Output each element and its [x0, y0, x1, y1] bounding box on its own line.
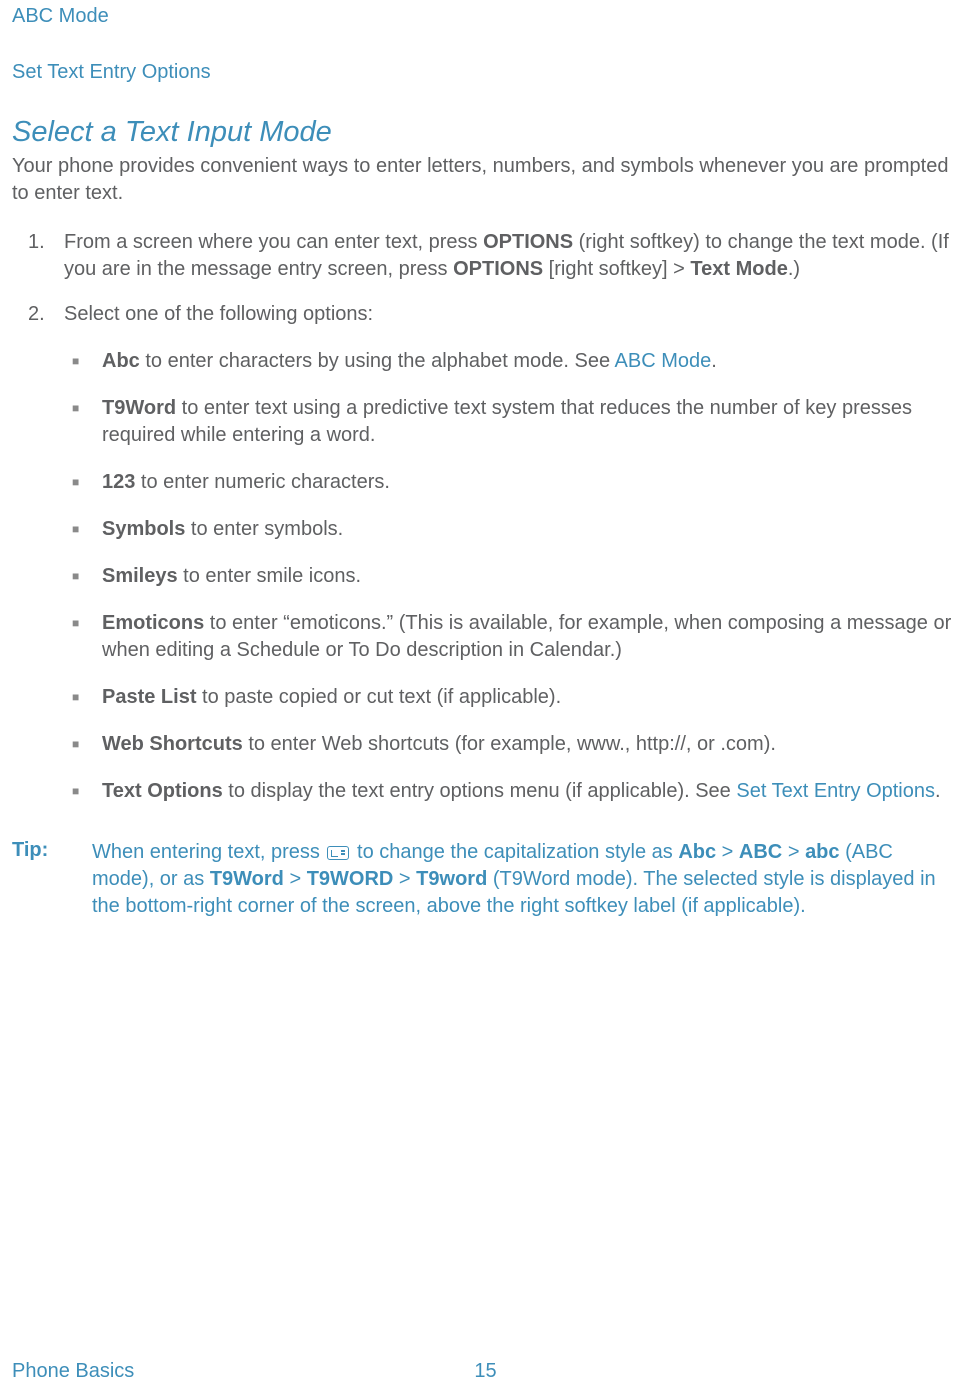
page-footer: Phone Basics 15 — [0, 1360, 971, 1383]
tip-text: When entering text, press — [92, 841, 325, 863]
option-text: . — [935, 780, 941, 802]
option-label: Abc — [102, 350, 140, 372]
intro-paragraph: Your phone provides convenient ways to e… — [12, 149, 959, 207]
option-t9word: ■ T9Word to enter text using a predictiv… — [102, 395, 959, 469]
option-text: to enter smile icons. — [178, 565, 361, 587]
key-icon — [327, 846, 349, 860]
bullet-icon: ■ — [72, 689, 79, 705]
option-label: Text Options — [102, 780, 223, 802]
bullet-icon: ■ — [72, 783, 79, 799]
option-text: to paste copied or cut text (if applicab… — [196, 686, 561, 708]
option-smileys: ■ Smileys to enter smile icons. — [102, 563, 959, 610]
option-emoticons: ■ Emoticons to enter “emoticons.” (This … — [102, 610, 959, 684]
tip-text: > — [782, 841, 805, 863]
bullet-icon: ■ — [72, 474, 79, 490]
link-abc-mode-top[interactable]: ABC Mode — [12, 0, 959, 30]
bullet-icon: ■ — [72, 353, 79, 369]
option-label: Symbols — [102, 518, 185, 540]
step-text: [right softkey] > — [543, 258, 690, 280]
link-set-text-entry-options-top[interactable]: Set Text Entry Options — [12, 30, 959, 86]
ordered-steps: 1. From a screen where you can enter tex… — [12, 207, 959, 833]
option-text: to enter numeric characters. — [135, 471, 390, 493]
bullet-icon: ■ — [72, 568, 79, 584]
tip-text: to change the capitalization style as — [351, 841, 678, 863]
tip-bold: T9WORD — [307, 868, 394, 890]
option-web-shortcuts: ■ Web Shortcuts to enter Web shortcuts (… — [102, 731, 959, 778]
option-text: to enter “emoticons.” (This is available… — [102, 612, 951, 661]
tip-label: Tip: — [12, 839, 92, 920]
option-symbols: ■ Symbols to enter symbols. — [102, 516, 959, 563]
option-text: . — [711, 350, 717, 372]
tip-text: > — [716, 841, 739, 863]
link-abc-mode[interactable]: ABC Mode — [615, 350, 712, 372]
step-text: .) — [788, 258, 800, 280]
step-number: 1. — [28, 229, 45, 256]
footer-page-number: 15 — [474, 1360, 496, 1383]
bullet-icon: ■ — [72, 521, 79, 537]
option-paste-list: ■ Paste List to paste copied or cut text… — [102, 684, 959, 731]
option-label: Web Shortcuts — [102, 733, 243, 755]
option-label: Smileys — [102, 565, 178, 587]
tip-bold: abc — [805, 841, 839, 863]
options-list: ■ Abc to enter characters by using the a… — [64, 328, 959, 815]
footer-section-name: Phone Basics — [12, 1360, 134, 1383]
section-heading: Select a Text Input Mode — [12, 86, 959, 149]
tip-text: > — [393, 868, 416, 890]
bullet-icon: ■ — [72, 400, 79, 416]
option-abc: ■ Abc to enter characters by using the a… — [102, 348, 959, 395]
step-bold: Text Mode — [690, 258, 787, 280]
link-set-text-entry-options[interactable]: Set Text Entry Options — [736, 780, 935, 802]
option-text: to enter Web shortcuts (for example, www… — [243, 733, 776, 755]
tip-bold: Abc — [678, 841, 716, 863]
tip-text: > — [284, 868, 307, 890]
tip-body: When entering text, press to change the … — [92, 839, 959, 920]
step-number: 2. — [28, 301, 45, 328]
option-label: T9Word — [102, 397, 176, 419]
tip-bold: ABC — [739, 841, 782, 863]
bullet-icon: ■ — [72, 736, 79, 752]
step-1: 1. From a screen where you can enter tex… — [64, 229, 959, 301]
step-2: 2. Select one of the following options: … — [64, 301, 959, 833]
step-text: Select one of the following options: — [64, 303, 373, 325]
tip-bold: T9Word — [210, 868, 284, 890]
option-text-options: ■ Text Options to display the text entry… — [102, 778, 959, 815]
option-label: Paste List — [102, 686, 196, 708]
tip-block: Tip: When entering text, press to change… — [12, 833, 959, 920]
option-label: 123 — [102, 471, 135, 493]
option-text: to enter text using a predictive text sy… — [102, 397, 912, 446]
tip-bold: T9word — [416, 868, 487, 890]
option-text: to display the text entry options menu (… — [223, 780, 737, 802]
step-text: From a screen where you can enter text, … — [64, 231, 483, 253]
bullet-icon: ■ — [72, 615, 79, 631]
step-bold: OPTIONS — [483, 231, 573, 253]
option-label: Emoticons — [102, 612, 204, 634]
option-text: to enter characters by using the alphabe… — [140, 350, 615, 372]
option-text: to enter symbols. — [185, 518, 343, 540]
option-123: ■ 123 to enter numeric characters. — [102, 469, 959, 516]
step-bold: OPTIONS — [453, 258, 543, 280]
